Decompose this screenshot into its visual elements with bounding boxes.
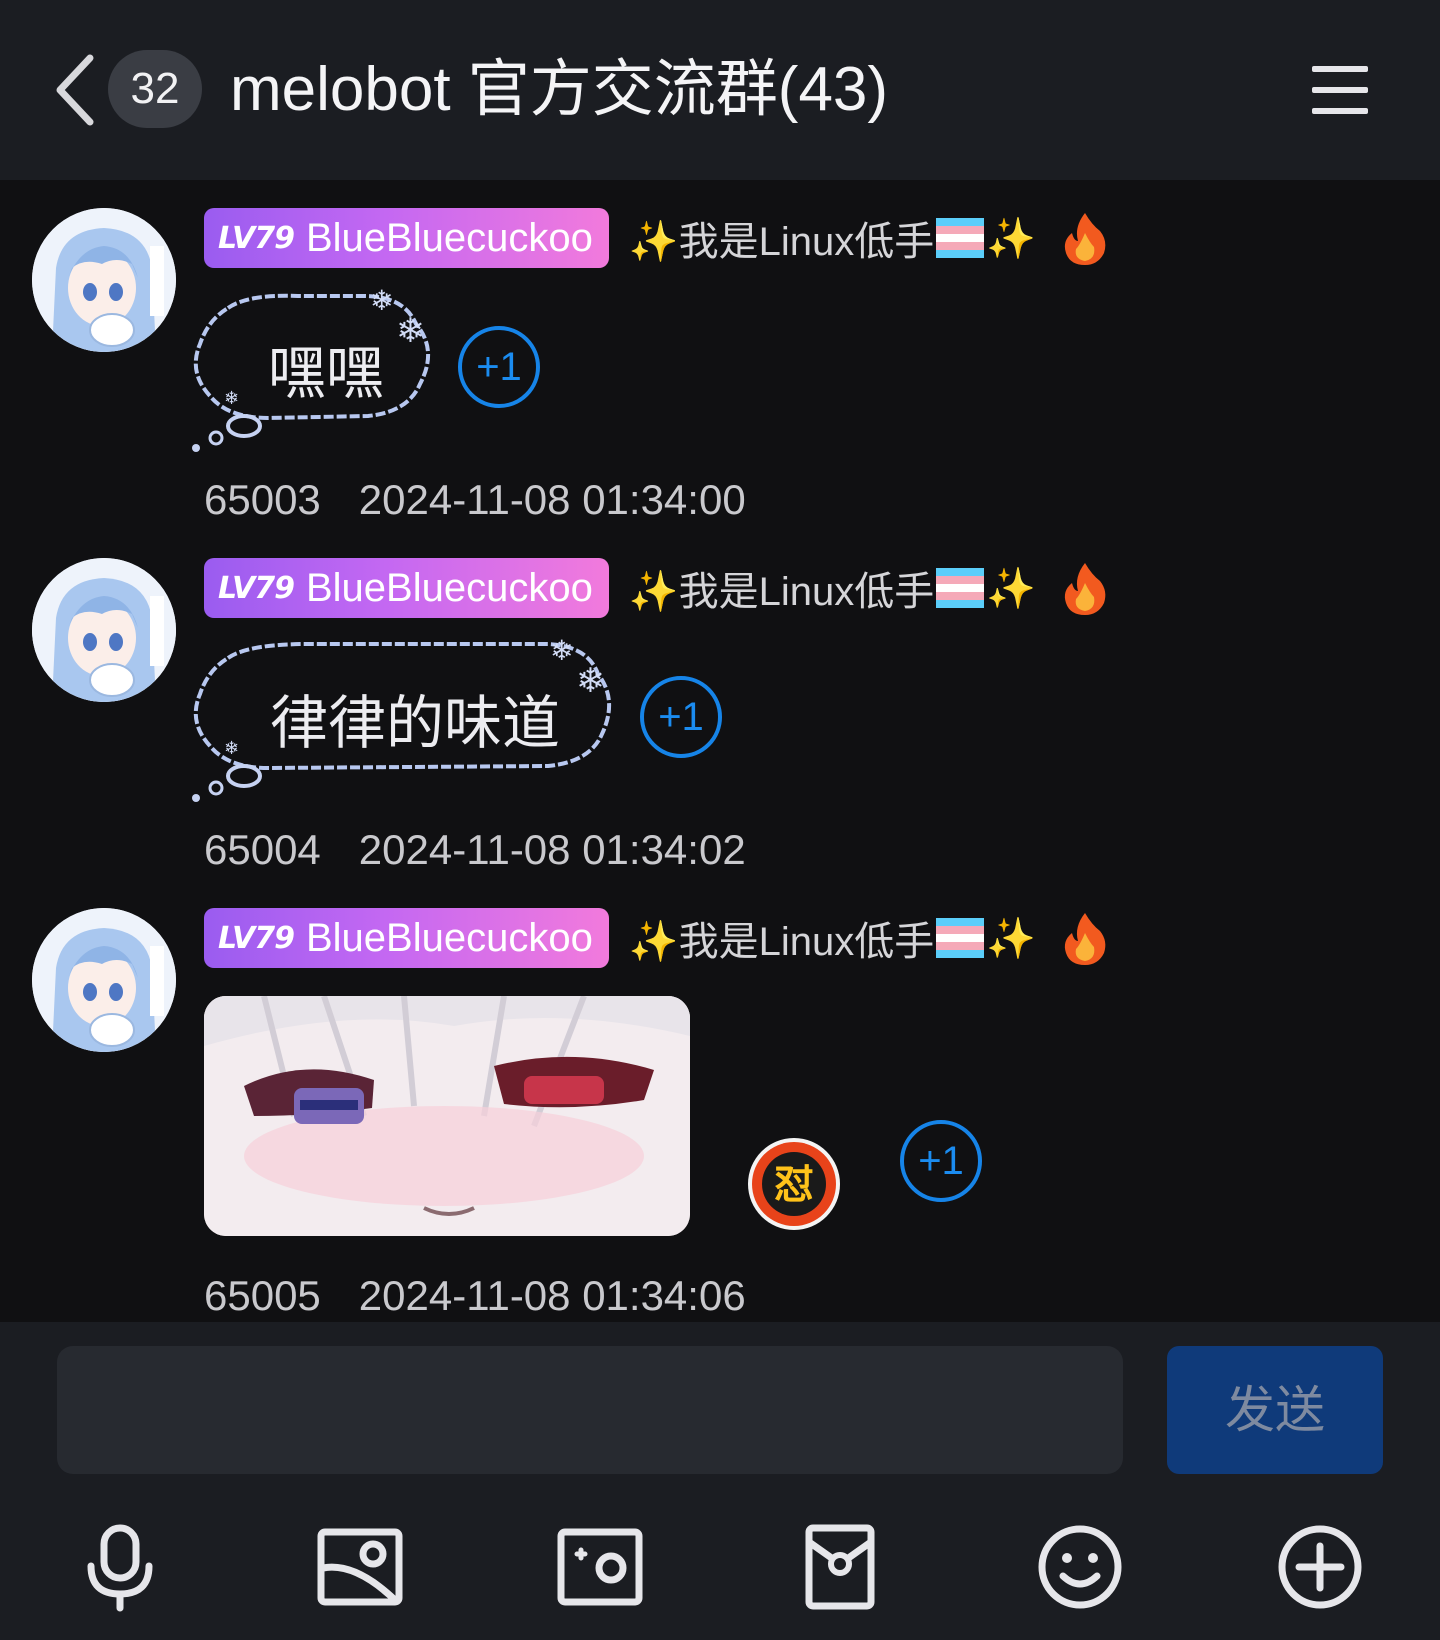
member-title: ✨我是Linux低手 ✨ — [629, 209, 1036, 267]
sender-nickname: BlueBluecuckoo — [305, 915, 593, 960]
avatar[interactable] — [32, 908, 176, 1052]
level-badge: LV79 — [218, 220, 295, 256]
camera-icon[interactable] — [555, 1522, 645, 1612]
plus-one-button[interactable]: +1 — [640, 676, 722, 758]
message-meta: 65004 2024-11-08 01:34:02 — [204, 826, 746, 874]
fire-icon — [1064, 213, 1106, 265]
trans-flag-icon — [936, 218, 985, 258]
message-time: 2024-11-08 01:34:06 — [358, 1272, 746, 1319]
member-title: ✨我是Linux低手 ✨ — [629, 559, 1036, 617]
plus-one-button[interactable]: +1 — [458, 326, 540, 408]
message-meta: 65003 2024-11-08 01:34:00 — [204, 476, 746, 524]
send-button[interactable]: 发送 — [1167, 1346, 1383, 1474]
member-title-text: ✨我是Linux低手 — [628, 220, 935, 264]
sender-row: LV79 BlueBluecuckoo ✨我是Linux低手 ✨ — [204, 558, 1108, 618]
message-id: 65003 — [204, 476, 321, 523]
angry-emoji-icon: 怼 — [748, 1138, 840, 1230]
message-id: 65004 — [204, 826, 321, 873]
microphone-icon[interactable] — [75, 1522, 165, 1612]
message-text: 律律的味道 — [269, 691, 560, 756]
avatar[interactable] — [32, 558, 176, 702]
image-icon[interactable] — [315, 1522, 405, 1612]
message-input[interactable] — [57, 1346, 1123, 1474]
red-packet-icon[interactable] — [795, 1522, 885, 1612]
message-id: 65005 — [204, 1272, 321, 1319]
trans-flag-icon — [936, 918, 985, 958]
message-text: 嘿嘿 — [267, 341, 384, 406]
member-title-text: ✨我是Linux低手 — [628, 920, 935, 964]
unread-count-badge[interactable]: 32 — [108, 50, 202, 128]
fire-icon — [1064, 913, 1106, 965]
sender-nickname: BlueBluecuckoo — [305, 215, 593, 260]
chat-title: melobot 官方交流群(43) — [230, 55, 889, 124]
svg-text:怼: 怼 — [774, 1162, 814, 1208]
composer-toolbar — [0, 1492, 1440, 1640]
member-title-text: ✨我是Linux低手 — [628, 570, 935, 614]
message-bubble[interactable]: ❄ ❄ ❄ 律律的味道 — [188, 630, 628, 806]
sparkle-icon: ✨ — [986, 216, 1037, 261]
message-time: 2024-11-08 01:34:02 — [358, 826, 746, 873]
message-composer: 发送 — [0, 1322, 1440, 1492]
message-meta: 65005 2024-11-08 01:34:06 — [204, 1272, 746, 1320]
chat-header: 32 melobot 官方交流群(43) — [0, 0, 1440, 180]
sender-row: LV79 BlueBluecuckoo ✨我是Linux低手 ✨ — [204, 208, 1108, 268]
sender-nickname: BlueBluecuckoo — [305, 565, 593, 610]
sparkle-icon: ✨ — [986, 566, 1037, 611]
level-badge: LV79 — [218, 570, 295, 606]
message-bubble[interactable]: ❄ ❄ ❄ 嘿嘿 — [188, 280, 450, 456]
member-title: ✨我是Linux低手 ✨ — [629, 909, 1036, 967]
sparkle-icon: ✨ — [986, 916, 1037, 961]
back-chevron-icon[interactable] — [52, 52, 98, 128]
fire-icon — [1064, 563, 1106, 615]
trans-flag-icon — [936, 568, 985, 608]
emoji-reaction-button[interactable]: 怼 — [746, 1136, 842, 1232]
sender-row: LV79 BlueBluecuckoo ✨我是Linux低手 ✨ — [204, 908, 1108, 968]
sticker-image[interactable] — [204, 996, 690, 1236]
sender-name-tag[interactable]: LV79 BlueBluecuckoo — [204, 908, 609, 968]
level-badge: LV79 — [218, 920, 295, 956]
sender-name-tag[interactable]: LV79 BlueBluecuckoo — [204, 208, 609, 268]
plus-icon[interactable] — [1275, 1522, 1365, 1612]
emoji-icon[interactable] — [1035, 1522, 1125, 1612]
message-time: 2024-11-08 01:34:00 — [358, 476, 746, 523]
plus-one-button[interactable]: +1 — [900, 1120, 982, 1202]
avatar[interactable] — [32, 208, 176, 352]
menu-icon[interactable] — [1310, 60, 1370, 120]
sender-name-tag[interactable]: LV79 BlueBluecuckoo — [204, 558, 609, 618]
